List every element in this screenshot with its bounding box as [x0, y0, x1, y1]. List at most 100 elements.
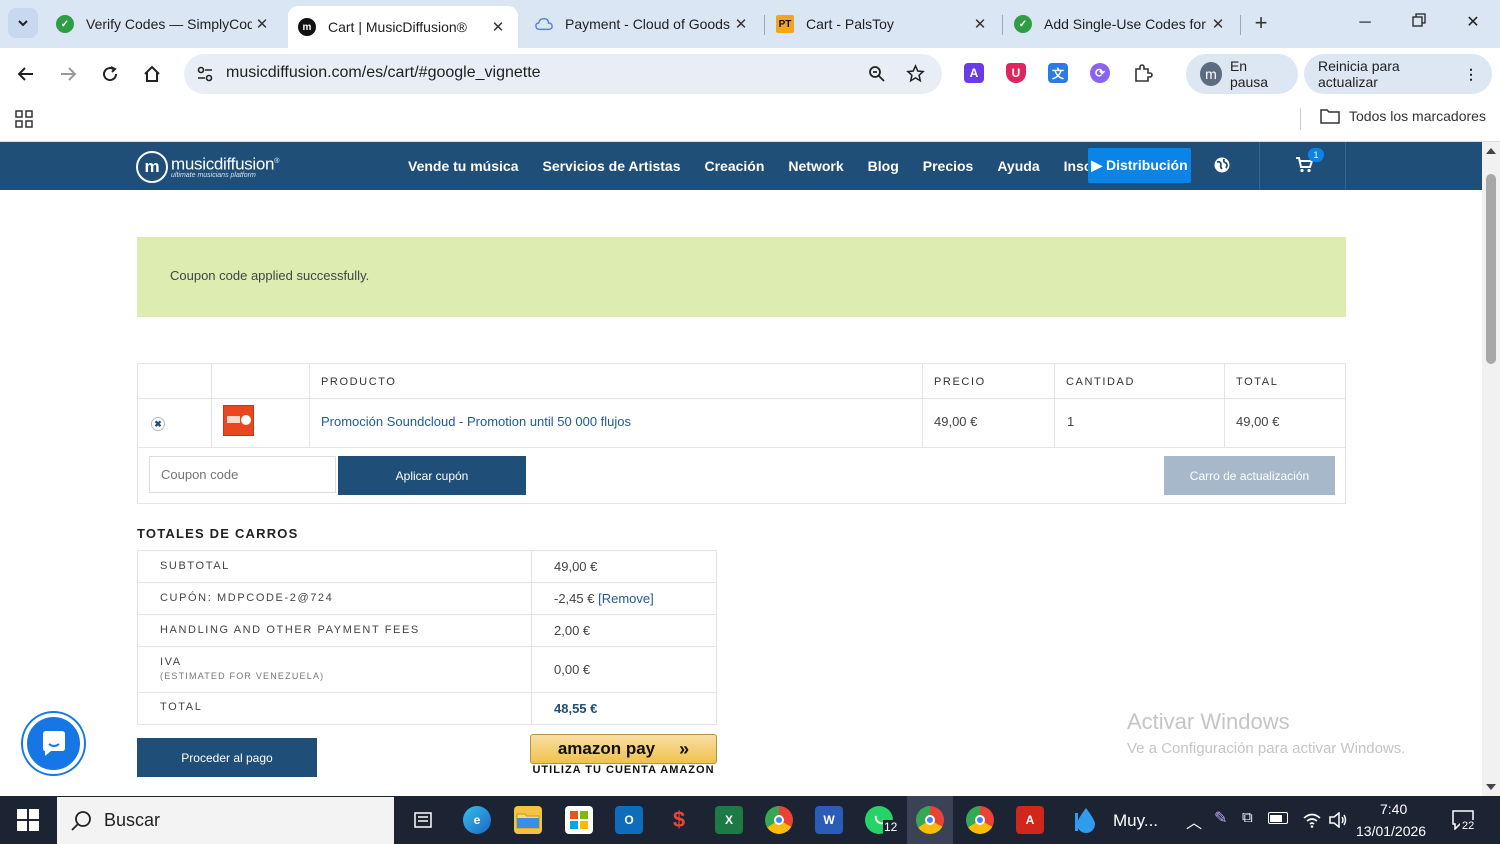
clock-date[interactable]: 13/01/2026 — [1356, 823, 1426, 839]
acrobat-icon[interactable]: A — [1016, 806, 1044, 834]
update-cart-button[interactable]: Carro de actualización — [1164, 456, 1335, 495]
simplycodes-icon: ✓ — [56, 15, 74, 33]
apps-grid-icon[interactable] — [15, 110, 33, 128]
edge-icon[interactable]: e — [463, 806, 491, 834]
nav-precios[interactable]: Precios — [923, 158, 974, 174]
checkout-button[interactable]: Proceder al pago — [137, 738, 317, 777]
close-window-button[interactable]: ✕ — [1458, 10, 1488, 36]
word-icon[interactable]: W — [815, 806, 843, 834]
globe-icon[interactable] — [1213, 156, 1231, 174]
header-product: PRODUCTO — [321, 376, 397, 388]
battery-icon[interactable] — [1268, 812, 1288, 824]
close-icon[interactable]: ✕ — [731, 15, 751, 33]
volume-icon[interactable] — [1324, 806, 1352, 834]
scroll-down-icon[interactable] — [1486, 784, 1496, 791]
chat-widget-button[interactable] — [23, 713, 84, 774]
update-chrome-button[interactable]: Reinicia para actualizar ⋮ — [1304, 54, 1492, 94]
excel-icon[interactable]: X — [715, 806, 743, 834]
home-button[interactable] — [138, 60, 166, 88]
site-settings-icon[interactable] — [196, 65, 214, 83]
coupon-input[interactable] — [149, 456, 336, 493]
amazon-pay-button[interactable]: amazon pay » — [530, 734, 717, 764]
minimize-button[interactable]: ─ — [1350, 10, 1380, 36]
distribution-button[interactable]: ▶ Distribución — [1088, 148, 1191, 183]
restore-button[interactable] — [1404, 10, 1434, 36]
chevron-down-icon — [18, 20, 28, 27]
remove-item-button[interactable]: ✖ — [151, 417, 165, 431]
chrome-profile-icon[interactable] — [916, 806, 944, 834]
more-vert-icon: ⋮ — [1464, 65, 1478, 82]
nav-ayuda[interactable]: Ayuda — [997, 158, 1039, 174]
tab-verify-codes[interactable]: ✓ Verify Codes — SimplyCodes ✕ — [46, 6, 282, 42]
camera-icon[interactable]: ⧉ — [1242, 809, 1253, 826]
nav-servicios-de-artistas[interactable]: Servicios de Artistas — [542, 158, 680, 174]
dollar-app-icon[interactable]: $ — [665, 806, 693, 834]
scroll-thumb[interactable] — [1486, 174, 1496, 364]
task-view-icon[interactable] — [409, 806, 437, 834]
product-thumbnail[interactable] — [223, 405, 254, 436]
site-logo[interactable]: m musicdiffusion® ultimate musicians pla… — [136, 151, 279, 183]
notice-text: Coupon code applied successfully. — [170, 268, 370, 283]
tab-divider — [1002, 15, 1003, 35]
chrome-icon[interactable] — [765, 806, 793, 834]
close-icon[interactable]: ✕ — [1208, 15, 1228, 33]
extension-a-icon[interactable]: A — [964, 63, 984, 83]
nav-creacion[interactable]: Creación — [704, 158, 764, 174]
weather-icon[interactable] — [1072, 806, 1100, 834]
clock-time[interactable]: 7:40 — [1380, 801, 1407, 817]
back-button[interactable] — [12, 60, 40, 88]
forward-button[interactable] — [54, 60, 82, 88]
puzzle-icon[interactable] — [1133, 63, 1153, 83]
cloud-icon — [535, 15, 553, 33]
amazon-pay-caption: UTILIZA TU CUENTA AMAZON — [532, 764, 715, 776]
product-link[interactable]: Promoción Soundcloud - Promotion until 5… — [321, 414, 631, 429]
reload-button[interactable] — [96, 60, 124, 88]
nav-vende-tu-musica[interactable]: Vende tu música — [408, 158, 518, 174]
logo-mark-icon: m — [136, 151, 168, 183]
weather-label[interactable]: Muy... — [1113, 811, 1158, 831]
new-tab-button[interactable]: + — [1248, 10, 1274, 36]
item-price: 49,00 € — [934, 414, 978, 429]
restore-icon — [1412, 13, 1426, 27]
all-bookmarks-button[interactable]: Todos los marcadores — [1320, 108, 1486, 124]
notifications-badge: 22 — [1460, 820, 1477, 832]
close-icon[interactable]: ✕ — [488, 18, 508, 36]
apply-coupon-button[interactable]: Aplicar cupón — [338, 456, 526, 495]
wifi-icon[interactable] — [1298, 806, 1326, 834]
ublock-icon[interactable]: U — [1006, 63, 1026, 83]
tab-payment-cloud[interactable]: Payment - Cloud of Goods ✕ — [525, 6, 761, 42]
chevron-up-icon[interactable]: ︿ — [1186, 809, 1202, 833]
success-notice: Coupon code applied successfully. — [137, 237, 1346, 317]
nav-blog[interactable]: Blog — [868, 158, 899, 174]
profile-button[interactable]: m En pausa — [1186, 54, 1298, 94]
tab-search-button[interactable] — [8, 8, 38, 38]
windows-start-button[interactable] — [17, 809, 39, 836]
cart-table: PRODUCTO PRECIO CANTIDAD TOTAL ✖ Promoci… — [137, 363, 1346, 504]
header-quantity: CANTIDAD — [1066, 376, 1136, 388]
activate-windows-title: Activar Windows — [1127, 709, 1290, 734]
scroll-up-icon[interactable] — [1486, 147, 1496, 154]
close-icon[interactable]: ✕ — [252, 15, 272, 33]
chrome-secondary-icon[interactable] — [966, 806, 994, 834]
file-explorer-icon[interactable] — [514, 806, 542, 834]
taskbar-search[interactable]: Buscar — [57, 797, 394, 844]
browser-toolbar: musicdiffusion.com/es/cart/#google_vigne… — [0, 48, 1500, 100]
tab-cart-musicdiffusion[interactable]: m Cart | MusicDiffusion® ✕ — [288, 6, 518, 48]
home-icon — [144, 65, 160, 82]
extension-swirl-icon[interactable]: ⟳ — [1090, 63, 1110, 83]
cart-area[interactable] — [1259, 142, 1346, 190]
item-quantity[interactable]: 1 — [1067, 414, 1074, 429]
totals-row-coupon: CUPÓN: MDPCODE-2@724 -2,45 € [Remove] — [138, 583, 716, 615]
address-bar[interactable]: musicdiffusion.com/es/cart/#google_vigne… — [184, 54, 942, 94]
pen-icon[interactable]: ✎ — [1214, 808, 1227, 828]
tab-single-use-codes[interactable]: ✓ Add Single-Use Codes for ✕ — [1004, 6, 1238, 42]
nav-network[interactable]: Network — [788, 158, 843, 174]
remove-coupon-link[interactable]: [Remove] — [598, 591, 654, 606]
outlook-icon[interactable]: O — [615, 806, 643, 834]
translate-icon[interactable]: 文 — [1048, 63, 1068, 83]
microsoft-store-icon[interactable] — [565, 806, 593, 834]
zoom-icon[interactable] — [868, 65, 886, 83]
tab-cart-palstoy[interactable]: PT Cart - PalsToy ✕ — [766, 6, 1000, 42]
star-icon[interactable] — [906, 64, 925, 83]
close-icon[interactable]: ✕ — [970, 15, 990, 33]
